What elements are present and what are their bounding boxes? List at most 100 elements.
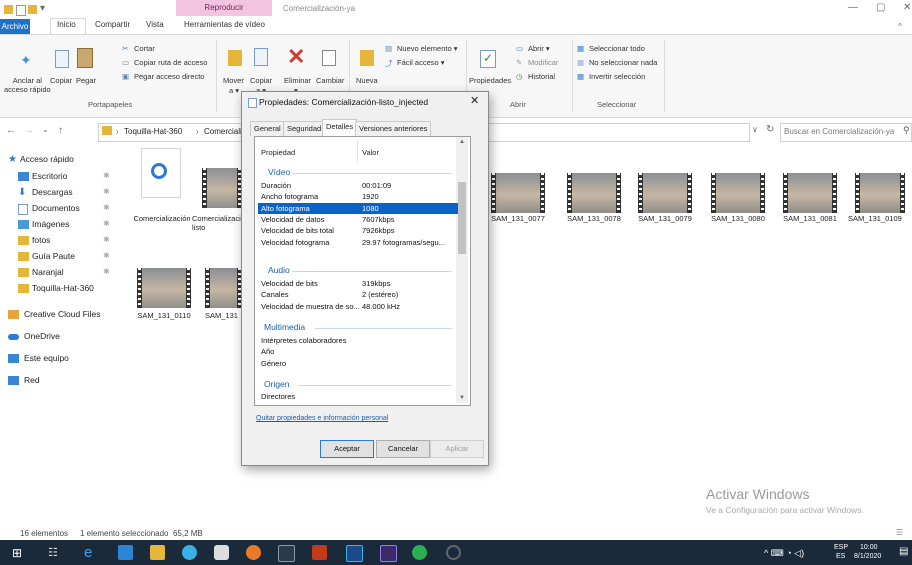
tab-versiones[interactable]: Versiones anteriores bbox=[355, 121, 432, 136]
tab-detalles[interactable]: Detalles bbox=[322, 119, 358, 136]
tray-icons[interactable]: ^ ⌨ ◔ ◁) bbox=[764, 548, 804, 559]
abrir-button[interactable]: Abrir ▾ bbox=[528, 44, 550, 53]
start-icon[interactable]: ⊞ bbox=[12, 546, 22, 560]
nav-quick-access[interactable]: Acceso rápido bbox=[20, 154, 74, 164]
new-folder-icon[interactable] bbox=[28, 5, 37, 14]
property-row[interactable]: Velocidad fotograma 29.97 fotogramas/segu… bbox=[258, 237, 458, 248]
file-name[interactable]: SAM_131_0080 bbox=[698, 214, 778, 223]
nav-item-descargas[interactable]: Descargas bbox=[32, 187, 73, 197]
file-name[interactable]: SAM_131_0081 bbox=[770, 214, 850, 223]
store-icon[interactable] bbox=[150, 545, 165, 560]
edge-icon[interactable]: e bbox=[84, 545, 99, 560]
ribbon-collapse-icon[interactable]: ^ bbox=[898, 22, 902, 31]
nav-este-equipo[interactable]: Este equipo bbox=[24, 353, 69, 363]
task-view-icon[interactable]: ☷ bbox=[48, 546, 58, 559]
facil-acceso-button[interactable]: Fácil acceso ▾ bbox=[397, 58, 445, 67]
anclar-button[interactable]: Anclar al acceso rápido bbox=[4, 76, 51, 94]
nav-item-toquilla-hat[interactable]: Toquilla-Hat-360 bbox=[32, 283, 94, 293]
premiere-icon[interactable] bbox=[380, 545, 397, 562]
scroll-up-icon[interactable]: ▲ bbox=[459, 139, 465, 145]
file-name[interactable]: Comercialización bbox=[122, 214, 202, 223]
copiar-button[interactable]: Copiar bbox=[50, 76, 72, 85]
breadcrumb-item[interactable]: Toquilla-Hat-360 bbox=[124, 127, 182, 136]
mover-button[interactable]: Mover bbox=[223, 76, 244, 85]
property-row[interactable]: Género bbox=[258, 358, 458, 369]
propiedades-button[interactable]: Propiedades bbox=[469, 76, 511, 85]
search-icon[interactable]: ⚲ bbox=[903, 125, 910, 136]
property-row[interactable]: Velocidad de muestra de so... 48.000 kHz bbox=[258, 301, 458, 312]
cambiar-nombre-button[interactable]: Cambiar bbox=[316, 76, 344, 85]
close-window-icon[interactable]: ✕ bbox=[903, 2, 911, 13]
mail-icon[interactable] bbox=[118, 545, 133, 560]
file-name[interactable]: SAM_131_0077 bbox=[478, 214, 558, 223]
nav-item-fotos[interactable]: fotos bbox=[32, 235, 50, 245]
clock-date[interactable]: 8/1/2020 bbox=[854, 553, 881, 560]
column-header-property[interactable]: Propiedad bbox=[261, 148, 295, 157]
back-icon[interactable]: ← bbox=[6, 125, 16, 136]
recent-dropdown-icon[interactable]: ⌄ bbox=[42, 125, 49, 134]
nav-red[interactable]: Red bbox=[24, 375, 40, 385]
nav-creative-cloud[interactable]: Creative Cloud Files bbox=[24, 309, 101, 319]
property-row[interactable]: Año bbox=[258, 346, 458, 357]
video-thumbnail[interactable] bbox=[491, 173, 545, 213]
tab-general[interactable]: General bbox=[250, 121, 285, 136]
column-header-value[interactable]: Valor bbox=[362, 148, 379, 157]
cortar-button[interactable]: Cortar bbox=[134, 44, 155, 53]
firefox-icon[interactable] bbox=[246, 545, 261, 560]
modificar-button[interactable]: Modificar bbox=[528, 58, 558, 67]
photoshop-icon[interactable] bbox=[346, 545, 363, 562]
nueva-carpeta-button[interactable]: Nueva bbox=[356, 76, 378, 85]
nav-item-escritorio[interactable]: Escritorio bbox=[32, 171, 67, 181]
property-row[interactable]: Intérpretes colaboradores bbox=[258, 335, 458, 346]
copiar-a-button[interactable]: Copiar bbox=[250, 76, 272, 85]
whatsapp-icon[interactable] bbox=[412, 545, 427, 560]
property-row[interactable]: Duración 00:01:09 bbox=[258, 180, 458, 191]
nav-item-naranjal[interactable]: Naranjal bbox=[32, 267, 64, 277]
property-row[interactable]: Alto fotograma 1080 bbox=[258, 202, 458, 214]
scroll-down-icon[interactable]: ▼ bbox=[459, 395, 465, 401]
no-seleccionar-button[interactable]: No seleccionar nada bbox=[589, 58, 657, 67]
quick-access-dropdown-icon[interactable]: ▾ bbox=[40, 3, 45, 14]
chrome-icon[interactable] bbox=[182, 545, 197, 560]
tab-inicio[interactable]: Inicio bbox=[57, 20, 76, 29]
illustrator-icon[interactable] bbox=[312, 545, 327, 560]
cancelar-button[interactable]: Cancelar bbox=[376, 440, 430, 458]
tab-archivo[interactable]: Archivo bbox=[0, 19, 30, 34]
eliminar-button[interactable]: Eliminar bbox=[284, 76, 311, 85]
details-view-icon[interactable]: ☰ bbox=[896, 528, 903, 537]
pegar-acceso-button[interactable]: Pegar acceso directo bbox=[134, 72, 204, 81]
up-icon[interactable]: ↑ bbox=[58, 125, 63, 136]
contextual-tab-label[interactable]: Reproducir bbox=[176, 3, 272, 12]
video-thumbnail[interactable] bbox=[137, 268, 191, 308]
recording-icon[interactable] bbox=[446, 545, 461, 560]
file-icon[interactable] bbox=[141, 148, 181, 198]
property-row[interactable]: Directores bbox=[258, 391, 458, 402]
address-dropdown-icon[interactable]: ∨ bbox=[752, 125, 758, 134]
video-thumbnail[interactable] bbox=[202, 168, 242, 208]
mail-app-icon[interactable] bbox=[214, 545, 229, 560]
forward-icon[interactable]: → bbox=[24, 125, 34, 136]
property-row[interactable]: Velocidad de datos 7607kbps bbox=[258, 214, 458, 225]
aplicar-button[interactable]: Aplicar bbox=[430, 440, 484, 458]
video-thumbnail[interactable] bbox=[638, 173, 692, 213]
property-row[interactable]: Canales 2 (estéreo) bbox=[258, 289, 458, 300]
mover-dropdown[interactable]: a ▾ bbox=[229, 86, 239, 95]
file-name[interactable]: SAM_131_0109 bbox=[848, 214, 912, 223]
copiar-ruta-button[interactable]: Copiar ruta de acceso bbox=[134, 58, 207, 67]
historial-button[interactable]: Historial bbox=[528, 72, 555, 81]
video-thumbnail[interactable] bbox=[783, 173, 837, 213]
nav-item-guia-paute[interactable]: Guía Paute bbox=[32, 251, 75, 261]
maximize-icon[interactable]: ▢ bbox=[876, 2, 885, 13]
video-thumbnail[interactable] bbox=[855, 173, 905, 213]
nav-onedrive[interactable]: OneDrive bbox=[24, 331, 60, 341]
file-name[interactable]: SAM_131_0079 bbox=[625, 214, 705, 223]
property-row[interactable]: Ancho fotograma 1920 bbox=[258, 191, 458, 202]
property-row[interactable]: Velocidad de bits 319kbps bbox=[258, 278, 458, 289]
properties-icon[interactable] bbox=[16, 5, 26, 16]
property-row[interactable]: Velocidad de bits total 7926kbps bbox=[258, 225, 458, 236]
remove-properties-link[interactable]: Quitar propiedades e información persona… bbox=[256, 415, 388, 422]
language-indicator[interactable]: ESP bbox=[834, 544, 848, 551]
tab-herramientas-video[interactable]: Herramientas de vídeo bbox=[184, 20, 265, 29]
tab-seguridad[interactable]: Seguridad bbox=[283, 121, 326, 136]
minimize-icon[interactable]: — bbox=[848, 2, 858, 13]
